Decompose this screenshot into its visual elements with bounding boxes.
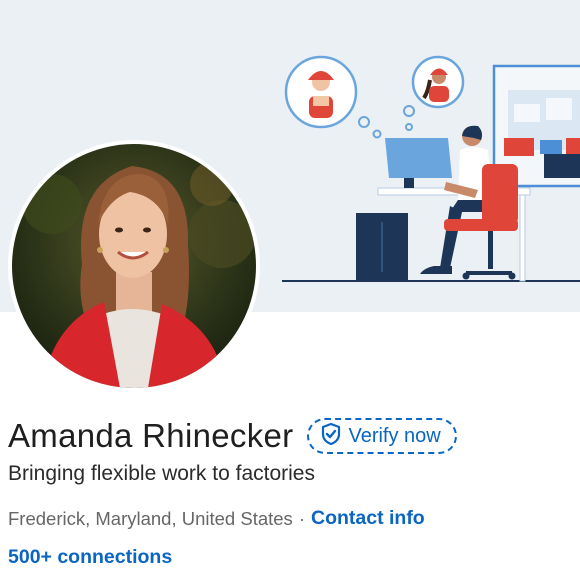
chair-seat <box>444 219 518 231</box>
profile-avatar[interactable] <box>12 144 256 388</box>
shield-check-icon <box>321 422 341 450</box>
separator-dot: · <box>298 507 305 529</box>
contact-info-link[interactable]: Contact info <box>311 507 425 530</box>
profile-location: Frederick, Maryland, United States <box>8 507 293 529</box>
profile-name: Amanda Rhinecker <box>8 417 294 454</box>
conveyor-box <box>566 138 580 156</box>
chair-back <box>482 164 518 224</box>
location-row: Frederick, Maryland, United States · Con… <box>8 507 425 530</box>
conveyor-box <box>540 140 562 154</box>
conveyor-box <box>504 138 534 156</box>
profile-photo <box>12 144 256 388</box>
connections-link[interactable]: 500+ connections <box>8 546 172 569</box>
verify-now-button[interactable]: Verify now <box>307 418 457 454</box>
machine-block <box>544 154 580 178</box>
name-row: Amanda Rhinecker Verify now <box>8 414 457 458</box>
verify-now-label: Verify now <box>348 424 441 447</box>
monitor <box>385 138 452 178</box>
profile-headline: Bringing flexible work to factories <box>8 462 315 485</box>
